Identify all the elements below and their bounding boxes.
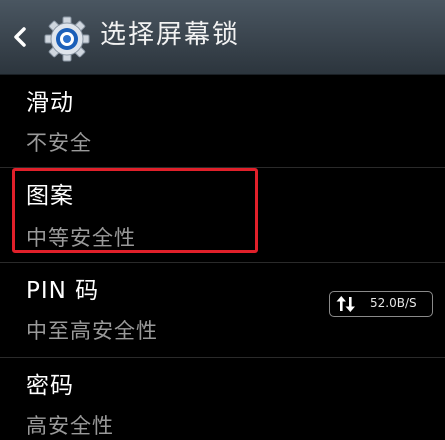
option-security-level: 中至高安全性 <box>26 319 158 343</box>
page-title: 选择屏幕锁 <box>100 20 241 50</box>
gear-icon <box>44 16 90 62</box>
option-security-level: 高安全性 <box>26 414 114 438</box>
option-label: 滑动 <box>26 90 74 116</box>
network-speed-text: 52.0B/S <box>370 296 417 310</box>
title-bar: 选择屏幕锁 <box>0 0 445 75</box>
screen-lock-settings: 选择屏幕锁 滑动 不安全 图案 中等安全性 PIN 码 中至高安全性 密码 高安… <box>0 0 445 438</box>
highlight-box <box>12 168 258 253</box>
option-label: PIN 码 <box>26 278 100 304</box>
network-speed-badge: 52.0B/S <box>329 291 433 317</box>
up-down-arrows-icon <box>336 296 355 312</box>
option-label: 密码 <box>26 373 74 399</box>
option-password[interactable]: 密码 高安全性 <box>0 358 445 438</box>
chevron-left-icon[interactable] <box>12 26 28 48</box>
option-swipe[interactable]: 滑动 不安全 <box>0 75 445 167</box>
option-security-level: 不安全 <box>26 131 92 155</box>
